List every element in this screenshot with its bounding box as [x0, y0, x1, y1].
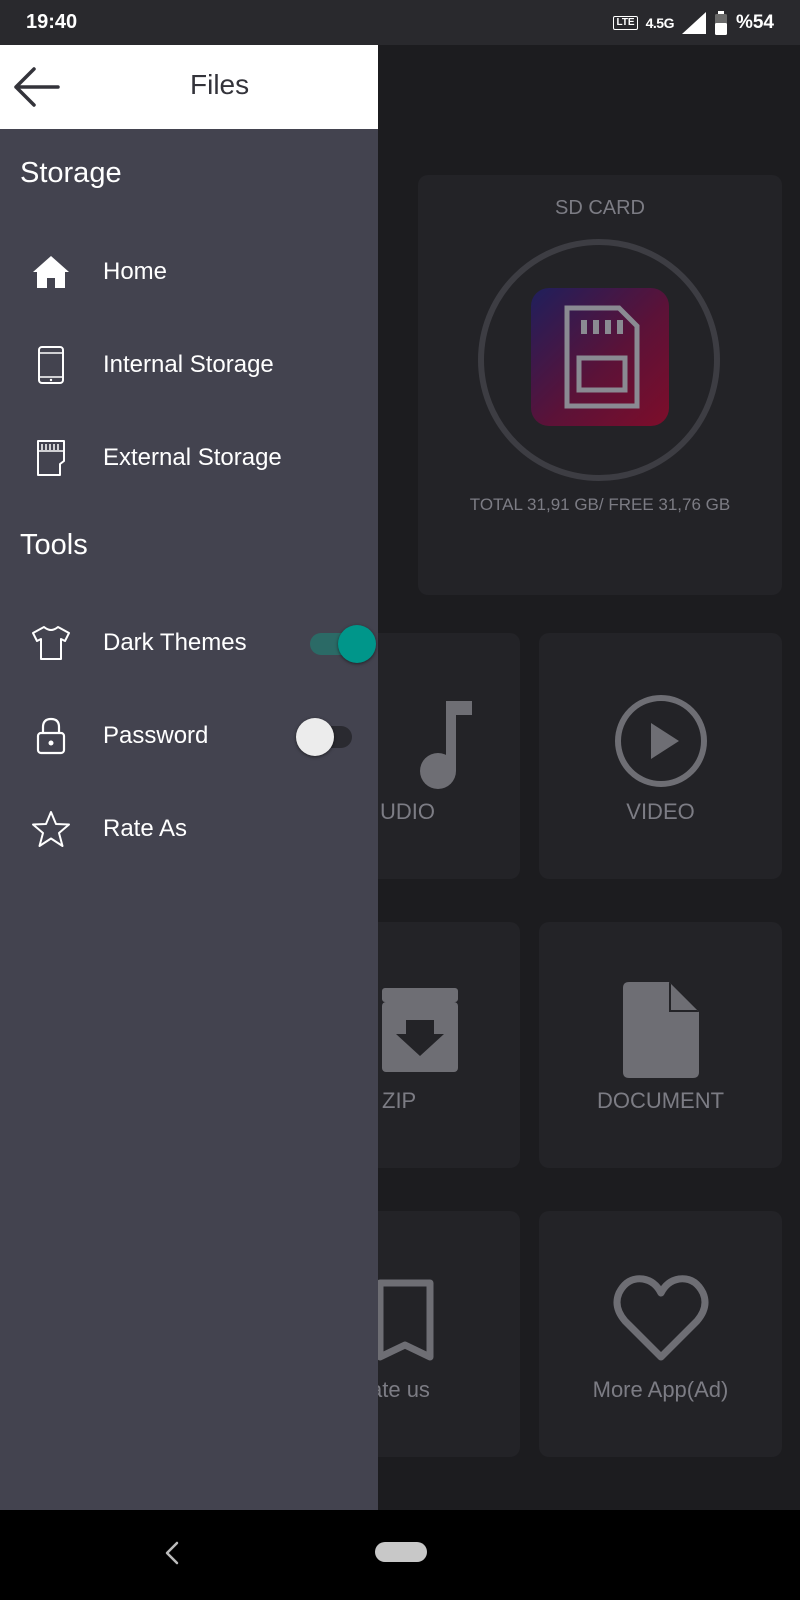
archive-icon: [382, 988, 458, 1072]
phone-icon: [31, 345, 71, 385]
drawer-header: Files: [0, 45, 378, 129]
drawer-item-label: Internal Storage: [103, 351, 274, 378]
drawer-item-label: External Storage: [103, 444, 282, 471]
rate-us-label: ate us: [370, 1377, 430, 1402]
more-apps-tile[interactable]: More App(Ad): [539, 1211, 782, 1457]
password-toggle[interactable]: [296, 718, 356, 756]
video-label: VIDEO: [626, 799, 695, 824]
status-time: 19:40: [26, 11, 78, 33]
system-nav-bar: [0, 1510, 800, 1600]
drawer-item-rate-as[interactable]: Rate As: [0, 784, 378, 874]
sd-card-badge: [531, 288, 669, 426]
more-apps-label: More App(Ad): [592, 1377, 729, 1402]
status-icons: LTE 4.5G %54: [613, 10, 774, 35]
status-bar: 19:40 LTE 4.5G %54: [0, 0, 800, 45]
lock-icon: [31, 716, 71, 756]
back-arrow-icon[interactable]: [12, 63, 60, 111]
drawer-item-internal-storage[interactable]: Internal Storage: [0, 320, 378, 410]
tshirt-icon: [31, 623, 71, 663]
bookmark-icon: [376, 1279, 434, 1361]
drawer-item-dark-themes[interactable]: Dark Themes: [0, 598, 378, 688]
signal-icon: [681, 11, 706, 34]
drawer-title: Files: [190, 69, 250, 100]
navigation-drawer: Files Storage Home Internal Storage Exte…: [0, 45, 378, 1510]
drawer-item-label: Password: [103, 722, 209, 749]
sd-card-icon: [564, 305, 640, 409]
play-circle-icon: [614, 695, 707, 787]
star-icon: [31, 809, 71, 849]
storage-section-title: Storage: [20, 157, 122, 189]
toggle-thumb: [296, 718, 334, 756]
network-type: 4.5G: [645, 14, 675, 31]
battery-icon: [714, 10, 727, 35]
home-icon: [31, 252, 71, 292]
drawer-item-label: Rate As: [103, 815, 188, 842]
nav-back-icon[interactable]: [164, 1540, 180, 1566]
drawer-item-label: Dark Themes: [103, 629, 247, 656]
nav-home-pill[interactable]: [375, 1542, 427, 1562]
document-icon: [622, 982, 699, 1078]
zip-label: ZIP: [382, 1088, 417, 1113]
dark-themes-toggle[interactable]: [310, 625, 376, 663]
video-tile[interactable]: VIDEO: [539, 633, 782, 879]
drawer-item-home[interactable]: Home: [0, 227, 378, 317]
sd-card-label: SD CARD: [554, 197, 645, 219]
audio-label: UDIO: [380, 799, 435, 824]
heart-icon: [613, 1275, 708, 1361]
drawer-item-password[interactable]: Password: [0, 691, 378, 781]
drawer-item-label: Home: [103, 258, 168, 285]
music-note-icon: [420, 701, 472, 789]
drawer-item-external-storage[interactable]: External Storage: [0, 413, 378, 503]
document-label: DOCUMENT: [596, 1088, 725, 1113]
battery-percent: %54: [735, 11, 774, 33]
lte-badge: LTE: [613, 15, 638, 30]
toggle-thumb: [338, 625, 376, 663]
tools-section-title: Tools: [20, 529, 88, 561]
screen: 19:40 LTE 4.5G %54 SD CARD TOTAL 31,91 G…: [0, 0, 800, 1600]
document-tile[interactable]: DOCUMENT: [539, 922, 782, 1168]
sd-card-info: TOTAL 31,91 GB/ FREE 31,76 GB: [469, 495, 731, 514]
sd-card-icon: [31, 438, 71, 478]
